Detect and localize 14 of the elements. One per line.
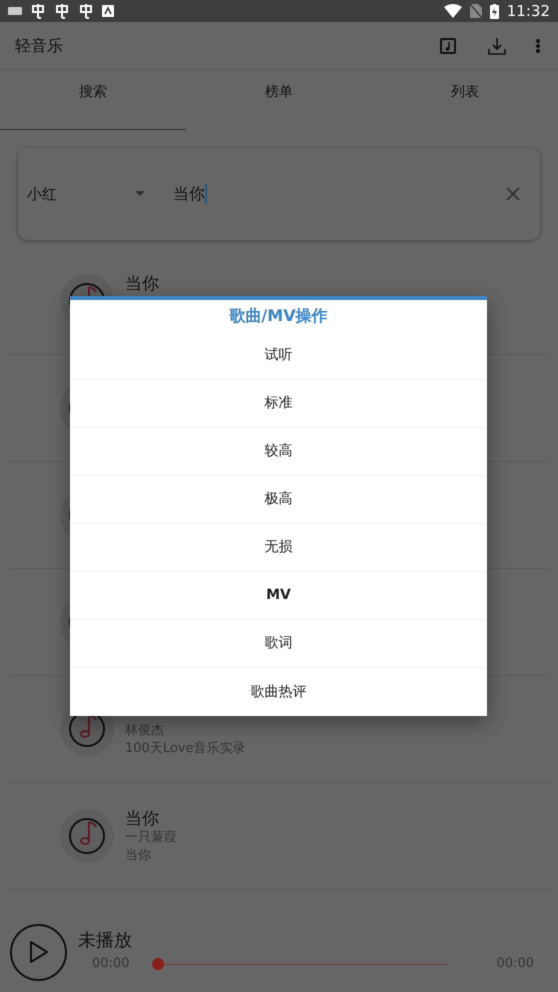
dialog-option[interactable]: 试听	[70, 332, 487, 380]
dialog-option[interactable]: 无损	[70, 524, 487, 572]
dialog-option[interactable]: 歌词	[70, 620, 487, 668]
dialog-option[interactable]: 极高	[70, 476, 487, 524]
song-title: 当你	[125, 274, 159, 294]
dialog-option[interactable]: 歌曲热评	[70, 668, 487, 716]
song-title: 当你	[125, 809, 160, 829]
dialog-option[interactable]: 标准	[70, 380, 487, 428]
dialog-title: 歌曲/MV操作	[228, 305, 329, 327]
dialog-option[interactable]: MV	[70, 572, 487, 620]
status-time: 11:32	[506, 0, 550, 22]
app-title: 轻音乐	[15, 34, 64, 56]
dialog-option[interactable]: 较高	[70, 428, 487, 476]
player-status: 未播放	[78, 930, 133, 952]
